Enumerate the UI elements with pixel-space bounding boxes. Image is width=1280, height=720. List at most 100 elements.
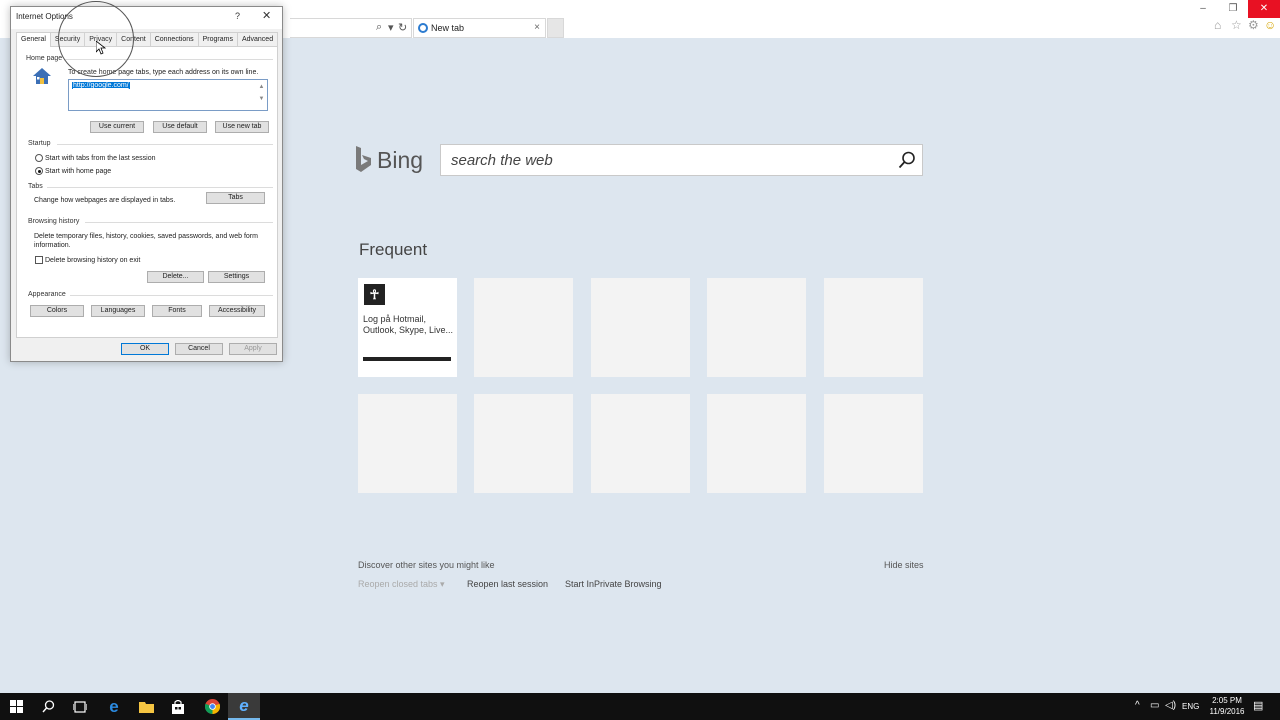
reopen-closed-tabs-link[interactable]: Reopen closed tabs ▾ (358, 579, 445, 590)
internet-explorer-app[interactable]: e (228, 693, 260, 720)
languages-button[interactable]: Languages (91, 305, 145, 317)
clock-time: 2:05 PM (1212, 696, 1242, 705)
dialog-title: Internet Options (16, 12, 73, 21)
dialog-titlebar[interactable]: Internet Options ? ✕ (11, 7, 282, 29)
taskbar-search-button[interactable] (32, 693, 64, 720)
windows-logo-icon (9, 700, 23, 713)
dialog-close-button[interactable]: ✕ (262, 9, 271, 22)
tab-general[interactable]: General (16, 32, 51, 47)
discover-sites-text: Discover other sites you might like (358, 560, 495, 570)
search-input[interactable] (441, 145, 871, 175)
tab-advanced[interactable]: Advanced (236, 32, 279, 46)
fonts-button[interactable]: Fonts (152, 305, 202, 317)
tabs-settings-button[interactable]: Tabs (206, 192, 265, 204)
tab-connections[interactable]: Connections (149, 32, 199, 46)
frequent-heading: Frequent (359, 240, 428, 259)
tab-programs[interactable]: Programs (197, 32, 238, 46)
action-center-icon[interactable]: ▤ (1253, 699, 1263, 712)
frequent-tile[interactable]: ☥ Log på Hotmail, Outlook, Skype, Live..… (358, 278, 457, 377)
history-settings-button[interactable]: Settings (208, 271, 265, 283)
taskbar: e e ^ ▭ ◁) ENG 2:05 PM 11/9/2016 ▤ (0, 693, 1280, 720)
search-box[interactable] (440, 144, 923, 176)
section-divider (70, 295, 273, 296)
reopen-last-session-link[interactable]: Reopen last session (467, 579, 548, 589)
home-page-url: http://google.com/ (72, 82, 130, 89)
store-bag-icon (172, 699, 184, 714)
close-window-button[interactable]: ✕ (1248, 0, 1280, 18)
frequent-tile-empty[interactable] (707, 278, 806, 377)
edge-app[interactable]: e (98, 693, 130, 720)
frequent-tile-empty[interactable] (591, 278, 690, 377)
chevron-up-icon[interactable]: ^ (1135, 700, 1140, 711)
frequent-tile-empty[interactable] (358, 394, 457, 493)
file-explorer-app[interactable] (130, 693, 162, 720)
network-icon[interactable]: ▭ (1150, 700, 1159, 711)
store-app[interactable] (162, 693, 194, 720)
bing-logo: Bing (355, 144, 423, 176)
volume-icon[interactable]: ◁) (1165, 700, 1176, 711)
use-current-button[interactable]: Use current (90, 121, 144, 133)
bing-logo-text: Bing (377, 146, 424, 173)
tab-close-icon[interactable]: × (534, 19, 540, 37)
smiley-feedback-icon[interactable]: ☺ (1264, 18, 1276, 32)
refresh-icon[interactable]: ↻ (398, 21, 407, 34)
frequent-tile-empty[interactable] (824, 278, 923, 377)
ie-favicon-icon (418, 23, 428, 33)
house-icon (33, 68, 51, 84)
startup-heading: Startup (28, 140, 51, 147)
start-button[interactable] (0, 693, 32, 720)
frequent-tile-empty[interactable] (474, 394, 573, 493)
hide-sites-link[interactable]: Hide sites (884, 560, 924, 570)
delete-history-on-exit-checkbox[interactable] (35, 256, 43, 264)
general-tab-panel: Home page To create home page tabs, type… (16, 46, 278, 338)
frequent-tile-empty[interactable] (824, 394, 923, 493)
cancel-button[interactable]: Cancel (175, 343, 223, 355)
tab-security[interactable]: Security (49, 32, 86, 46)
frequent-tile-empty[interactable] (591, 394, 690, 493)
edge-icon: e (109, 696, 119, 716)
apply-button[interactable]: Apply (229, 343, 277, 355)
restore-button[interactable]: ❐ (1218, 0, 1248, 18)
dialog-tabstrip: General Security Privacy Content Connect… (16, 32, 279, 47)
tabs-description: Change how webpages are displayed in tab… (34, 197, 176, 204)
home-page-heading: Home page (26, 55, 63, 62)
folder-icon (138, 701, 154, 713)
tabs-heading: Tabs (28, 183, 43, 190)
settings-gear-icon[interactable]: ⚙ (1248, 18, 1259, 32)
search-icon[interactable] (898, 151, 916, 169)
textarea-scrollbar[interactable]: ▲ ▼ (257, 81, 266, 109)
help-button[interactable]: ? (235, 11, 240, 21)
address-bar[interactable]: ⌕ ▾ ↻ (290, 18, 412, 38)
section-divider (65, 59, 273, 60)
favorites-star-icon[interactable]: ☆ (1231, 18, 1242, 32)
tab-content[interactable]: Content (116, 32, 151, 46)
internet-explorer-icon: e (239, 695, 249, 715)
task-view-button[interactable] (64, 693, 96, 720)
search-icon (41, 700, 54, 713)
home-page-textarea[interactable]: http://google.com/ ▲ ▼ (68, 79, 268, 111)
dropdown-icon[interactable]: ▾ (388, 21, 394, 34)
search-icon[interactable]: ⌕ (376, 21, 382, 34)
accessibility-button[interactable]: Accessibility (209, 305, 265, 317)
startup-home-page-radio[interactable] (35, 167, 43, 175)
clock[interactable]: 2:05 PM 11/9/2016 (1207, 695, 1247, 717)
tab-new-tab[interactable]: New tab × (413, 18, 546, 38)
use-new-tab-button[interactable]: Use new tab (215, 121, 269, 133)
frequent-tile-empty[interactable] (474, 278, 573, 377)
minimize-button[interactable]: – (1188, 0, 1218, 18)
tile-label: Log på Hotmail, Outlook, Skype, Live... (363, 314, 454, 335)
home-icon[interactable]: ⌂ (1214, 18, 1221, 32)
language-indicator[interactable]: ENG (1182, 702, 1199, 711)
delete-history-button[interactable]: Delete... (147, 271, 204, 283)
delete-history-on-exit-label: Delete browsing history on exit (45, 257, 141, 264)
startup-last-session-radio[interactable] (35, 154, 43, 162)
new-tab-button[interactable] (547, 18, 564, 38)
colors-button[interactable]: Colors (30, 305, 84, 317)
section-divider (85, 222, 273, 223)
use-default-button[interactable]: Use default (153, 121, 207, 133)
frequent-tile-empty[interactable] (707, 394, 806, 493)
bing-b-icon (356, 146, 371, 172)
ok-button[interactable]: OK (121, 343, 169, 355)
inprivate-browsing-link[interactable]: Start InPrivate Browsing (565, 579, 662, 589)
chrome-app[interactable] (196, 693, 228, 720)
